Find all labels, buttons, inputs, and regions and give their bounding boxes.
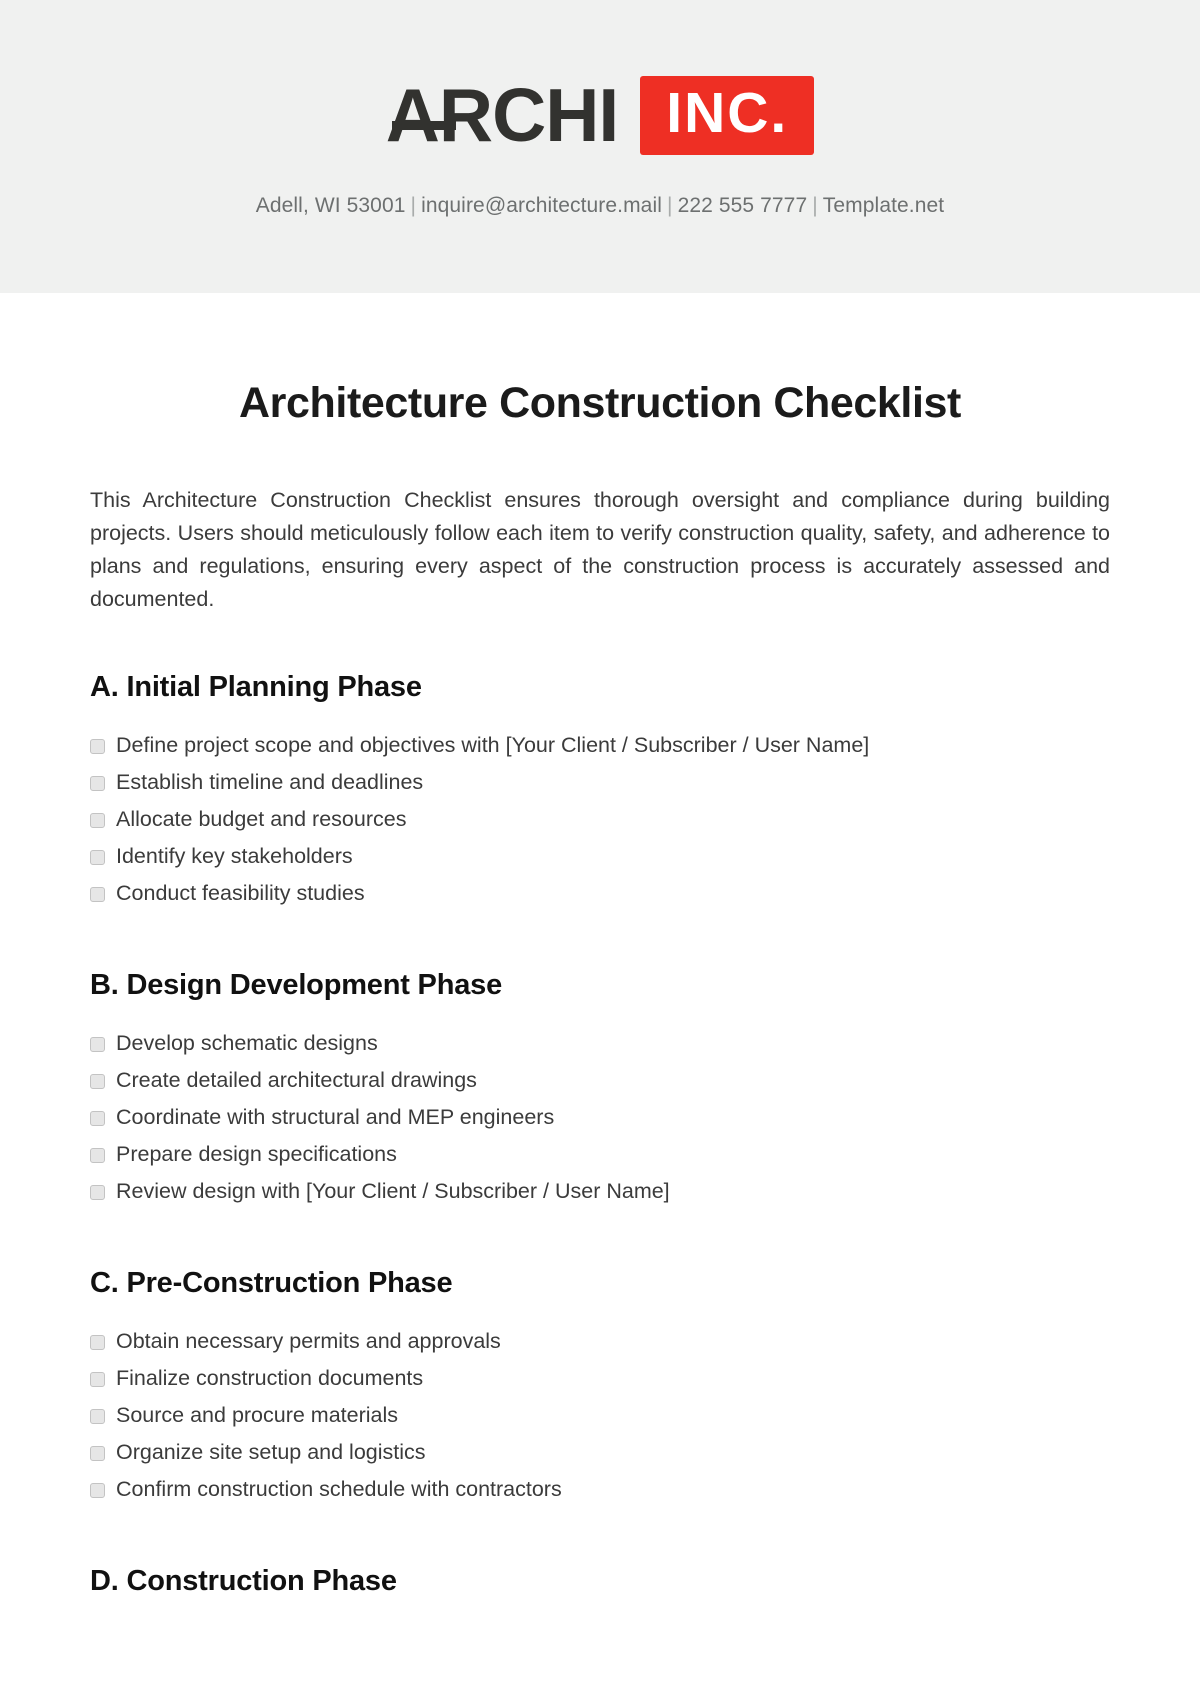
intro-paragraph: This Architecture Construction Checklist… [90,488,1110,612]
contact-phone: 222 555 7777 [677,194,808,217]
checklist-item[interactable]: Conduct feasibility studies [90,875,1110,912]
logo-inc-badge: INC. [640,75,815,155]
checkbox-icon[interactable] [90,887,105,903]
checkbox-icon[interactable] [90,1074,105,1090]
checklist-item-label: Confirm construction schedule with contr… [116,1476,562,1501]
contact-email: inquire@architecture.mail [421,194,662,217]
contact-separator: | [667,194,673,217]
company-logo: A RCHI INC. [386,74,815,156]
section-heading: A. Initial Planning Phase [90,671,422,704]
checkbox-icon[interactable] [90,739,105,755]
checkbox-icon[interactable] [90,1334,105,1350]
page-title: Architecture Construction Checklist [239,379,961,427]
checklist-item[interactable]: Define project scope and objectives with… [90,727,1110,764]
checklist-item[interactable]: Coordinate with structural and MEP engin… [90,1099,1110,1136]
checklist-item-label: Finalize construction documents [116,1365,424,1390]
contact-address: Adell, WI 53001 [255,194,406,217]
checklist-item-label: Source and procure materials [116,1402,399,1427]
checkbox-icon[interactable] [90,1445,105,1461]
checkbox-icon[interactable] [90,813,105,829]
logo-letter-a: A [385,73,456,157]
contact-info-line: Adell, WI 53001 | inquire@architecture.mai… [256,194,944,218]
checklist-item-label: Allocate budget and resources [116,807,407,832]
checklist-section: A. Initial Planning Phase Define project … [90,616,1110,912]
checklist-section: C. Pre-Construction Phase Obtain necessar… [90,1210,1110,1508]
checklist-item-label: Identify key stakeholders [116,844,353,869]
checkbox-icon[interactable] [90,1185,105,1201]
checkbox-icon[interactable] [90,1111,105,1127]
checklist-item[interactable]: Establish timeline and deadlines [90,764,1110,801]
section-heading: B. Design Development Phase [90,969,502,1002]
checklist-item-label: Conduct feasibility studies [116,881,365,906]
checklist-sections: A. Initial Planning Phase Define project … [90,616,1110,1598]
checklist-item-label: Coordinate with structural and MEP engin… [116,1105,555,1130]
checklist-item-label: Create detailed architectural drawings [116,1068,477,1093]
checklist-item[interactable]: Source and procure materials [90,1397,1110,1434]
checkbox-icon[interactable] [90,1037,105,1053]
section-heading: C. Pre-Construction Phase [90,1267,453,1300]
logo-letter-a-glyph: A [385,73,440,157]
checklist-item[interactable]: Develop schematic designs [90,1025,1110,1062]
checklist-item-label: Obtain necessary permits and approvals [116,1328,501,1353]
checklist-item-label: Organize site setup and logistics [116,1439,426,1464]
logo-wordmark-rest: RCHI [438,73,619,157]
document-body: Architecture Construction Checklist This… [0,293,1200,1599]
checklist-item-label: Develop schematic designs [116,1031,378,1056]
checkbox-icon[interactable] [90,1482,105,1498]
checklist-item[interactable]: Confirm construction schedule with contr… [90,1471,1110,1508]
contact-website: Template.net [822,194,945,217]
contact-separator: | [410,194,417,217]
checklist-item[interactable]: Identify key stakeholders [90,838,1110,875]
checklist-item-label: Establish timeline and deadlines [116,770,424,795]
checkbox-icon[interactable] [90,1148,105,1164]
checklist-item[interactable]: Obtain necessary permits and approvals [90,1323,1110,1360]
checklist-item[interactable]: Allocate budget and resources [90,801,1110,838]
checklist-item[interactable]: Review design with [Your Client / Subscr… [90,1173,1110,1210]
letterhead-banner: A RCHI INC. Adell, WI 53001 | inquire@arch… [0,0,1200,293]
checklist: Define project scope and objectives with… [90,727,1110,912]
checklist-item[interactable]: Prepare design specifications [90,1136,1110,1173]
checklist-item-label: Define project scope and objectives with… [116,733,870,758]
checklist-item-label: Prepare design specifications [116,1142,397,1167]
checklist-item[interactable]: Finalize construction documents [90,1360,1110,1397]
checkbox-icon[interactable] [90,850,105,866]
contact-separator: | [812,194,818,217]
checklist: Develop schematic designs Create detailed… [90,1025,1110,1210]
logo-wordmark: A RCHI [385,73,620,157]
checklist-section: D. Construction Phase [90,1508,1110,1599]
checkbox-icon[interactable] [90,1408,105,1424]
checklist-item[interactable]: Create detailed architectural drawings [90,1062,1110,1099]
checkbox-icon[interactable] [90,1371,105,1387]
logo-a-crossbar-icon [391,121,456,130]
section-heading: D. Construction Phase [90,1564,397,1597]
checkbox-icon[interactable] [90,776,105,792]
checklist-item-label: Review design with [Your Client / Subscr… [116,1179,670,1204]
checklist: Obtain necessary permits and approvals Fi… [90,1323,1110,1508]
checklist-item[interactable]: Organize site setup and logistics [90,1434,1110,1471]
checklist-section: B. Design Development Phase Develop schem… [90,912,1110,1210]
